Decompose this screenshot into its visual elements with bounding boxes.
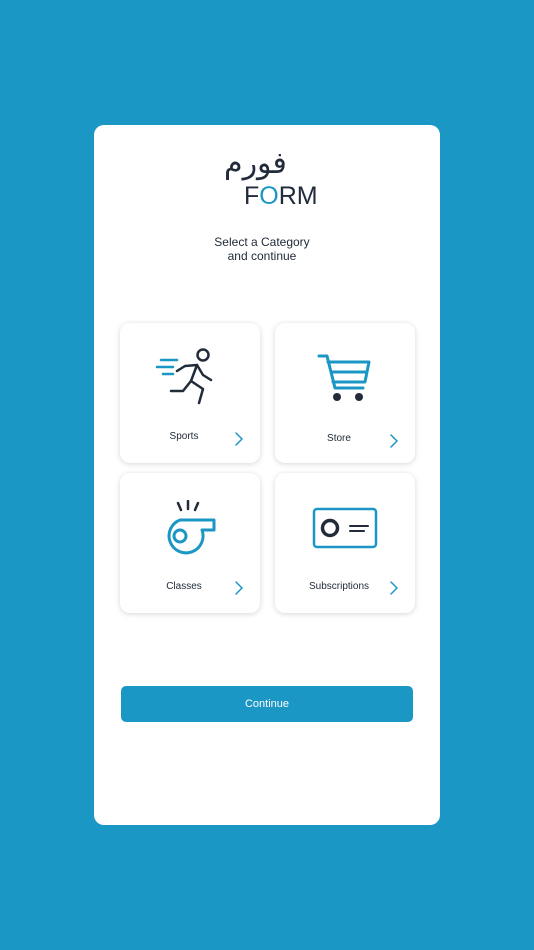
category-tile-sports[interactable]: Sports (120, 323, 260, 463)
category-tile-subscriptions[interactable]: Subscriptions (275, 473, 415, 613)
logo-arabic-text: فورم (224, 146, 287, 181)
logo-letters-rm: RM (278, 182, 318, 210)
category-label-subscriptions: Subscriptions (308, 581, 370, 592)
logo-letter-o: O (259, 182, 279, 210)
membership-card-icon (275, 493, 415, 563)
category-label-store: Store (327, 433, 351, 444)
category-label-sports: Sports (169, 431, 199, 442)
category-card: فورم FORM Select a Category and continue… (94, 125, 440, 825)
chevron-right-icon (235, 432, 243, 446)
category-tile-classes[interactable]: Classes (120, 473, 260, 613)
chevron-right-icon (390, 581, 398, 595)
subtitle-line-2: and continue (227, 249, 297, 263)
logo-letter-f: F (244, 182, 260, 210)
chevron-right-icon (390, 434, 398, 448)
continue-button[interactable]: Continue (121, 686, 413, 722)
page-subtitle: Select a Category and continue (94, 235, 430, 263)
logo-latin-text: FORM (244, 181, 318, 211)
running-person-icon (120, 343, 260, 413)
category-tile-store[interactable]: Store (275, 323, 415, 463)
category-label-classes: Classes (166, 581, 202, 592)
whistle-icon (120, 493, 260, 563)
chevron-right-icon (235, 581, 243, 595)
shopping-cart-icon (275, 343, 415, 413)
form-logo: فورم FORM (214, 147, 334, 217)
subtitle-line-1: Select a Category (214, 235, 310, 249)
